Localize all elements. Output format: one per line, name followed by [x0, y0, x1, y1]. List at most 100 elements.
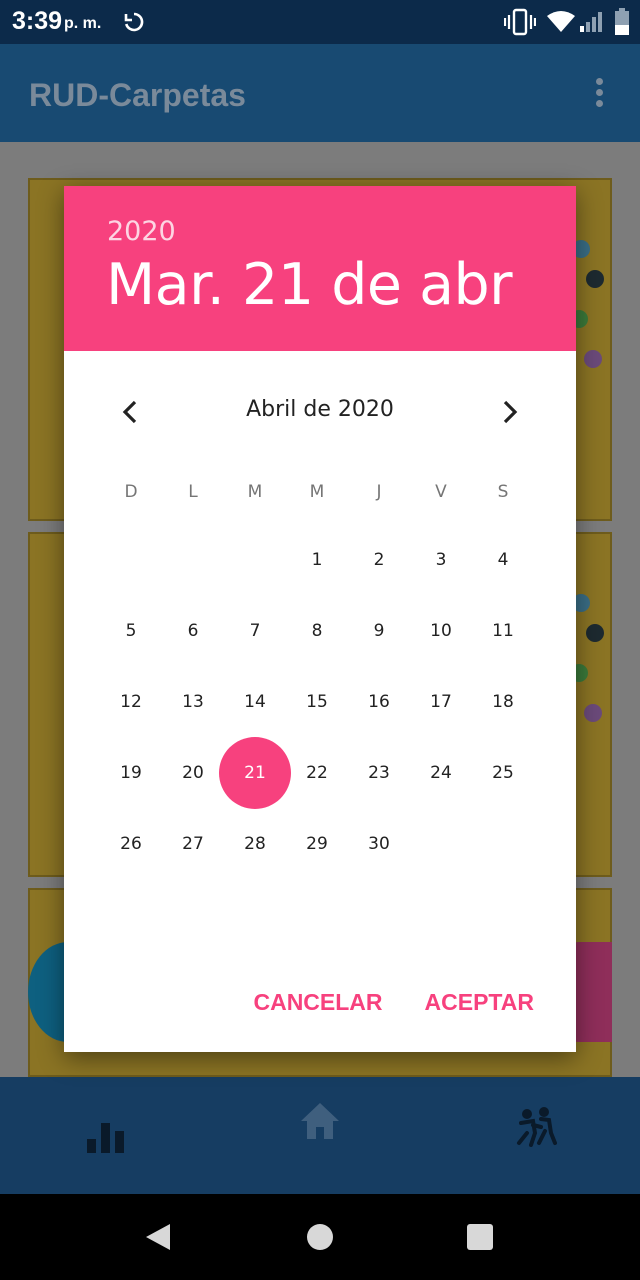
calendar-day[interactable]: 28	[224, 808, 286, 879]
empty-day-cell	[100, 524, 162, 595]
calendar-day[interactable]: 12	[100, 666, 162, 737]
calendar-day[interactable]: 14	[224, 666, 286, 737]
calendar-day[interactable]: 30	[348, 808, 410, 879]
calendar-day[interactable]: 5	[100, 595, 162, 666]
system-navigation-bar	[0, 1194, 640, 1280]
day-number: 7	[249, 620, 261, 641]
weekday-label: S	[497, 482, 509, 502]
month-year-label: Abril de 2020	[246, 397, 394, 422]
calendar-day[interactable]: 24	[410, 737, 472, 808]
cancel-button[interactable]: CANCELAR	[232, 982, 403, 1022]
ok-button[interactable]: ACEPTAR	[404, 982, 576, 1022]
weekday-label: J	[376, 482, 382, 502]
back-icon[interactable]	[144, 1222, 174, 1252]
day-number: 3	[435, 549, 447, 570]
calendar-day[interactable]: 11	[472, 595, 534, 666]
calendar-day[interactable]: 3	[410, 524, 472, 595]
calendar-day[interactable]: 13	[162, 666, 224, 737]
weekday-label: M	[247, 482, 263, 502]
signal-icon	[580, 12, 602, 32]
calendar-day[interactable]: 6	[162, 595, 224, 666]
recent-apps-icon[interactable]	[466, 1222, 494, 1252]
nav-people[interactable]	[505, 1097, 565, 1157]
calendar-day[interactable]: 16	[348, 666, 410, 737]
day-number: 5	[125, 620, 137, 641]
weekday-label: L	[188, 482, 198, 502]
calendar-day[interactable]: 2	[348, 524, 410, 595]
home-icon	[301, 1103, 339, 1139]
calendar-day[interactable]: 27	[162, 808, 224, 879]
weekday-label: D	[124, 482, 138, 502]
home-button-icon[interactable]	[305, 1222, 335, 1252]
day-number: 12	[120, 691, 142, 712]
vibrate-icon	[504, 8, 536, 36]
empty-day-cell	[162, 524, 224, 595]
weekday-header-row: DLMMJVS	[100, 482, 536, 506]
nav-stats[interactable]	[77, 1105, 137, 1165]
day-number: 24	[430, 762, 452, 783]
day-number: 21	[244, 762, 266, 783]
calendar-day[interactable]: 20	[162, 737, 224, 808]
calendar-day[interactable]: 18	[472, 666, 534, 737]
date-picker-header: 2020 Mar. 21 de abr	[64, 186, 576, 351]
calendar-day[interactable]: 4	[472, 524, 534, 595]
day-number: 17	[430, 691, 452, 712]
people-icon	[517, 1107, 557, 1147]
calendar-day[interactable]: 23	[348, 737, 410, 808]
dialog-actions: CANCELAR ACEPTAR	[232, 982, 576, 1022]
calendar-day[interactable]: 9	[348, 595, 410, 666]
day-number: 2	[373, 549, 385, 570]
wifi-icon	[547, 11, 575, 32]
next-month-button[interactable]	[496, 395, 524, 429]
calendar-day[interactable]: 17	[410, 666, 472, 737]
more-options-icon[interactable]	[596, 78, 606, 111]
day-number: 14	[244, 691, 266, 712]
calendar-day[interactable]: 26	[100, 808, 162, 879]
chevron-right-icon	[503, 400, 518, 424]
day-number: 30	[368, 833, 390, 854]
battery-icon	[615, 8, 629, 35]
day-number: 18	[492, 691, 514, 712]
day-number: 1	[311, 549, 323, 570]
day-number: 20	[182, 762, 204, 783]
calendar-day[interactable]: 15	[286, 666, 348, 737]
weekday-label: M	[309, 482, 325, 502]
empty-day-cell	[224, 524, 286, 595]
day-number: 26	[120, 833, 142, 854]
calendar-day[interactable]: 8	[286, 595, 348, 666]
previous-month-button[interactable]	[116, 395, 144, 429]
day-number: 23	[368, 762, 390, 783]
day-number: 15	[306, 691, 328, 712]
day-number: 22	[306, 762, 328, 783]
selected-day[interactable]: 21	[219, 736, 291, 809]
weekday-label: V	[435, 482, 447, 502]
header-selected-date[interactable]: Mar. 21 de abr	[106, 252, 513, 318]
calendar-day[interactable]: 29	[286, 808, 348, 879]
calendar-day[interactable]: 10	[410, 595, 472, 666]
calendar-day[interactable]: 22	[286, 737, 348, 808]
calendar-day[interactable]: 1	[286, 524, 348, 595]
sync-icon	[124, 12, 144, 32]
bar-chart-icon	[87, 1123, 124, 1153]
app-bar: RUD-Carpetas	[0, 44, 640, 142]
calendar-day-grid: 1 2 3 4 5 6 7 8 9 10 11 12 13 14 15 16 17 18 19 20 21 22 23 24 2…	[100, 524, 536, 879]
status-bar: 3:39 p. m.	[0, 0, 640, 44]
day-number: 29	[306, 833, 328, 854]
day-number: 11	[492, 620, 514, 641]
day-number: 27	[182, 833, 204, 854]
app-title: RUD-Carpetas	[29, 77, 246, 113]
day-number: 16	[368, 691, 390, 712]
calendar-day[interactable]: 19	[100, 737, 162, 808]
day-number: 19	[120, 762, 142, 783]
status-time: 3:39	[12, 7, 63, 35]
day-number: 8	[311, 620, 323, 641]
calendar-day[interactable]: 7	[224, 595, 286, 666]
date-picker-dialog: 2020 Mar. 21 de abr Abril de 2020 D L M M J V…	[64, 186, 576, 1052]
bottom-navigation	[0, 1077, 640, 1194]
nav-home[interactable]	[290, 1091, 350, 1151]
calendar-day[interactable]: 25	[472, 737, 534, 808]
day-number: 28	[244, 833, 266, 854]
chevron-left-icon	[122, 400, 137, 424]
month-navigation: Abril de 2020	[64, 351, 576, 471]
header-year[interactable]: 2020	[107, 216, 176, 247]
